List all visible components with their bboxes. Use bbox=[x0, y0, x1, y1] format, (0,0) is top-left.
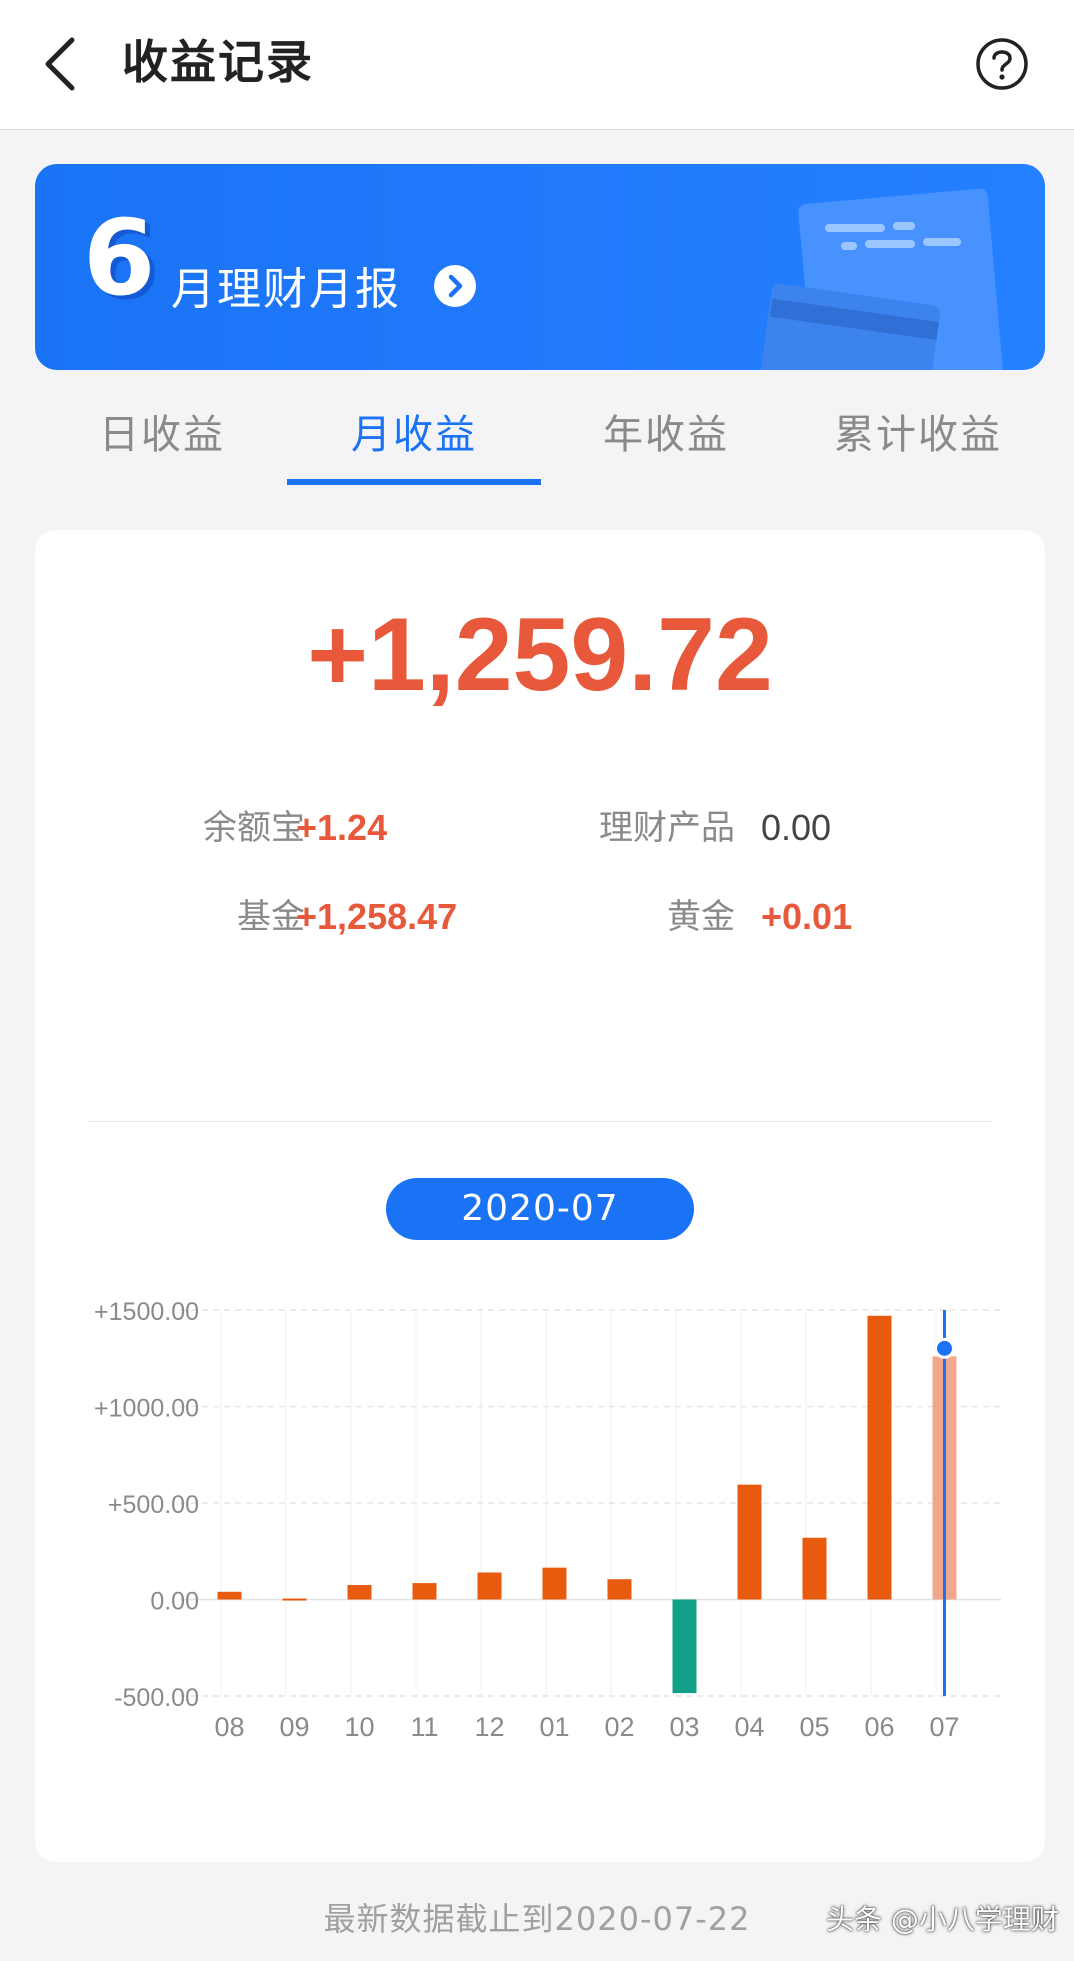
tab-yearly[interactable]: 年收益 bbox=[539, 395, 793, 491]
bar bbox=[802, 1537, 827, 1600]
x-tick-label: 02 bbox=[604, 1712, 634, 1742]
watermark: 头条 @小八学理财 bbox=[826, 1903, 1059, 1936]
bar bbox=[867, 1315, 892, 1600]
bar bbox=[217, 1591, 242, 1600]
wealth-product-value: 0.00 bbox=[761, 807, 832, 848]
bar bbox=[737, 1484, 762, 1600]
earnings-card: +1,259.72 余额宝 +1.24 理财产品 0.00 基金 +1,258.… bbox=[35, 530, 1045, 1862]
back-arrow-icon[interactable] bbox=[40, 32, 80, 96]
fund-label: 基金 bbox=[237, 897, 305, 937]
yuebao-value: +1.24 bbox=[296, 807, 388, 848]
help-icon[interactable] bbox=[974, 36, 1030, 92]
total-earnings: +1,259.72 bbox=[307, 597, 773, 713]
page-title: 收益记录 bbox=[122, 35, 314, 89]
banner-month-number: 6 bbox=[83, 197, 156, 319]
x-tick-label: 03 bbox=[669, 1712, 699, 1742]
gold-label: 黄金 bbox=[667, 897, 735, 937]
gold-value: +0.01 bbox=[761, 896, 853, 937]
bar bbox=[282, 1598, 307, 1601]
tab-monthly[interactable]: 月收益 bbox=[287, 395, 541, 491]
y-tick-label: -500.00 bbox=[114, 1684, 199, 1712]
monthly-earnings-chart[interactable]: -500.00 0.00 +500.00 +1000.00 +1500.00 08 09 10… bbox=[35, 1260, 1045, 1820]
x-tick-label: 04 bbox=[734, 1712, 764, 1742]
y-tick-label: +1000.00 bbox=[94, 1395, 199, 1423]
bar bbox=[672, 1599, 697, 1694]
selection-dot bbox=[934, 1337, 955, 1359]
y-tick-label: +500.00 bbox=[108, 1491, 199, 1519]
x-tick-label: 10 bbox=[344, 1712, 374, 1742]
bar bbox=[412, 1583, 437, 1600]
tab-daily[interactable]: 日收益 bbox=[35, 395, 289, 491]
x-tick-label: 01 bbox=[539, 1712, 569, 1742]
selected-month-badge[interactable]: 2020-07 bbox=[386, 1178, 694, 1240]
bar bbox=[347, 1585, 372, 1600]
bar bbox=[477, 1572, 502, 1600]
wealth-product-label: 理财产品 bbox=[599, 808, 735, 848]
y-tick-label: +1500.00 bbox=[94, 1298, 199, 1326]
banner-title: 月理财月报 bbox=[171, 264, 401, 315]
fund-value: +1,258.47 bbox=[296, 896, 458, 937]
chevron-right-circle-icon bbox=[434, 265, 476, 307]
x-tick-label: 06 bbox=[864, 1712, 894, 1742]
divider bbox=[89, 1121, 991, 1122]
bar bbox=[607, 1579, 632, 1600]
x-tick-label: 12 bbox=[474, 1712, 504, 1742]
x-tick-label: 09 bbox=[279, 1712, 309, 1742]
y-tick-label: 0.00 bbox=[150, 1588, 199, 1616]
top-bar: 收益记录 bbox=[0, 0, 1074, 130]
x-tick-label: 07 bbox=[929, 1712, 959, 1742]
earnings-period-tabs: 日收益 月收益 年收益 累计收益 bbox=[0, 395, 1074, 491]
monthly-report-banner[interactable]: 6 月理财月报 bbox=[35, 164, 1045, 370]
yuebao-label: 余额宝 bbox=[203, 808, 305, 848]
report-illustration-icon bbox=[759, 188, 1003, 370]
bar bbox=[542, 1567, 567, 1600]
x-tick-label: 08 bbox=[214, 1712, 244, 1742]
x-tick-label: 05 bbox=[799, 1712, 829, 1742]
x-tick-label: 11 bbox=[410, 1712, 438, 1742]
active-tab-indicator bbox=[287, 479, 541, 485]
tab-cumulative[interactable]: 累计收益 bbox=[791, 395, 1045, 491]
